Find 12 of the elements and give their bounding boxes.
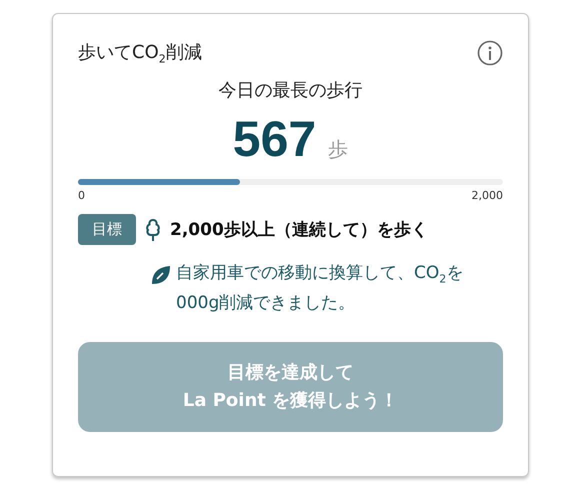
scale-max: 2,000 [472, 189, 503, 202]
step-unit: 歩 [328, 136, 348, 163]
leaf-icon [150, 264, 172, 286]
card-title: 歩いてCO$_{2}$削減 [78, 41, 202, 66]
goal-text: 2,000歩以上（連続して）を歩く [170, 219, 428, 241]
co2-message: 自家用車での移動に換算して、CO$_{2}$を000g削減できました。 [176, 262, 464, 316]
step-count: 567 [232, 112, 316, 167]
info-icon[interactable] [477, 40, 503, 66]
scale-min: 0 [78, 189, 85, 202]
tree-icon [144, 218, 162, 242]
goal-badge: 目標 [78, 214, 136, 245]
subtitle: 今日の最長の歩行 [218, 79, 364, 102]
